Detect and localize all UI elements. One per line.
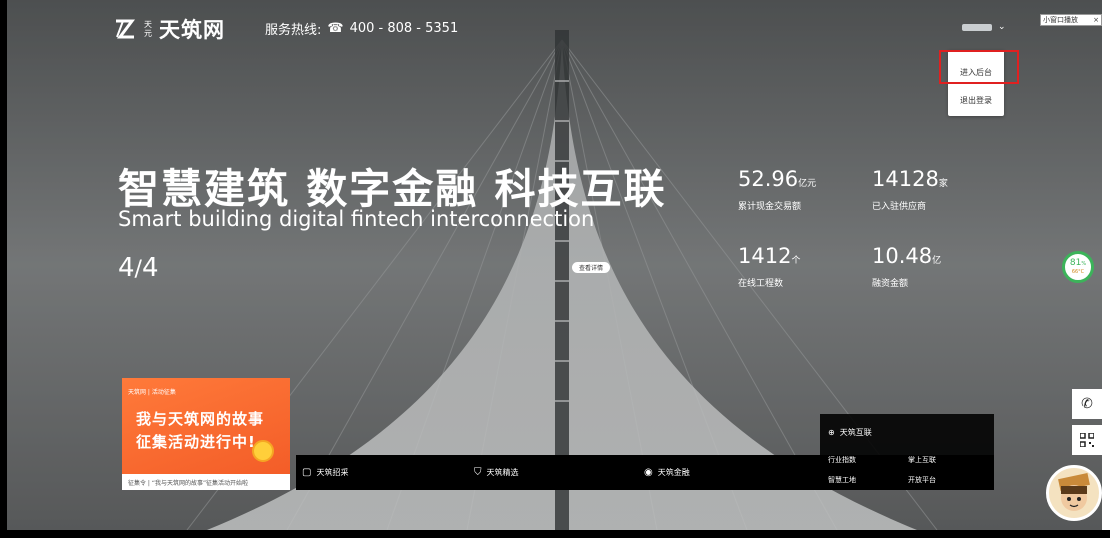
stat-trade-volume: 52.96亿元 累计现金交易额 [738,167,816,212]
username-redacted [962,23,992,31]
hero-headline: 智慧建筑 数字金融 科技互联 [118,165,667,213]
interconnect-title[interactable]: ⊕ 天筑互联 [828,427,872,438]
promo-caption[interactable]: 征集令 | “我与天筑网的故事”征集活动开始啦 [122,474,290,490]
hotline: 服务热线: ☎ 400 - 808 - 5351 [265,19,458,38]
stat-projects: 1412个 在线工程数 [738,244,800,289]
stat-unit: 亿元 [798,179,817,189]
cart-icon: ⛉ [474,467,482,478]
promo-title-line1: 我与天筑网的故事 [136,410,265,428]
stat-unit: 亿 [932,256,942,266]
stat-unit: 家 [938,179,948,189]
pager-current: 4 [118,253,135,283]
logo-mark-icon [116,19,135,39]
highlight-box [939,50,1019,84]
globe-icon: ⊕ [828,428,835,437]
user-account-toggle[interactable]: ⌄ [962,22,1006,32]
pager-total: 4 [141,253,159,283]
nav-label: 天筑金融 [657,468,690,477]
link-industry-index[interactable]: 行业指数 [828,455,856,465]
stat-label: 累计现金交易额 [738,202,802,212]
stat-value: 10.48 [872,244,933,268]
stat-financing: 10.48亿 融资金额 [872,244,941,289]
promo-title-line2: 征集活动进行中! [136,433,256,451]
stat-label: 融资金额 [872,279,909,289]
phone-contact-button[interactable]: ✆ [1072,389,1102,419]
site-logo[interactable]: 天元 天筑网 [113,14,225,44]
perf-percent: 81% [1069,258,1087,268]
view-details-button[interactable]: 查看详情 [572,262,610,273]
stat-value: 1412 [738,244,792,268]
assistant-avatar[interactable] [1046,465,1102,521]
stat-value: 52.96 [738,167,799,191]
finance-icon: ◉ [644,467,653,478]
perf-temperature: 66°C [1071,269,1085,275]
interconnect-title-text: 天筑互联 [839,428,872,437]
close-icon[interactable]: × [1093,16,1099,24]
stat-label: 已入驻供应商 [872,202,927,212]
mini-window-button[interactable]: 小窗口播放 × [1040,14,1102,26]
cartoon-character-icon [1058,473,1090,511]
menu-item-logout[interactable]: 退出登录 [948,95,1004,106]
link-open-platform[interactable]: 开放平台 [908,475,936,485]
left-frame-edge [0,0,7,538]
coin-icon [252,440,274,462]
nav-item-procurement[interactable]: ▢ 天筑招采 [302,455,348,490]
chevron-down-icon: ⌄ [998,22,1006,32]
hotline-label: 服务热线: [265,23,322,38]
hero-subline: Smart building digital fintech interconn… [118,207,595,231]
stat-value: 14128 [872,167,939,191]
nav-item-finance[interactable]: ◉ 天筑金融 [644,455,690,490]
nav-item-selection[interactable]: ⛉ 天筑精选 [474,455,519,490]
phone-icon: ☎ [327,21,344,36]
nav-label: 天筑精选 [486,468,519,477]
interconnect-panel: ⊕ 天筑互联 行业指数 掌上互联 智慧工地 开放平台 [820,414,994,490]
hotline-number: 400 - 808 - 5351 [349,21,459,36]
qr-code-button[interactable] [1072,425,1102,455]
stat-suppliers: 14128家 已入驻供应商 [872,167,948,212]
link-mobile-connect[interactable]: 掌上互联 [908,455,936,465]
phone-icon: ✆ [1081,396,1093,412]
logo-small-text: 天元 [144,20,152,38]
performance-badge[interactable]: 81% 66°C [1062,251,1094,283]
document-icon: ▢ [302,467,312,478]
stat-label: 在线工程数 [738,279,784,289]
bottom-frame-edge [0,530,1110,538]
mini-window-label: 小窗口播放 [1043,16,1078,24]
nav-label: 天筑招采 [316,468,349,477]
slide-pager: 4/4 [118,253,159,283]
promo-brand: 天筑网 | 活动征集 [128,389,176,396]
link-smart-site[interactable]: 智慧工地 [828,475,856,485]
logo-text: 天筑网 [159,18,225,42]
qr-code-icon [1080,433,1094,447]
scroll-indicator [1104,262,1107,266]
stat-unit: 个 [791,256,801,266]
